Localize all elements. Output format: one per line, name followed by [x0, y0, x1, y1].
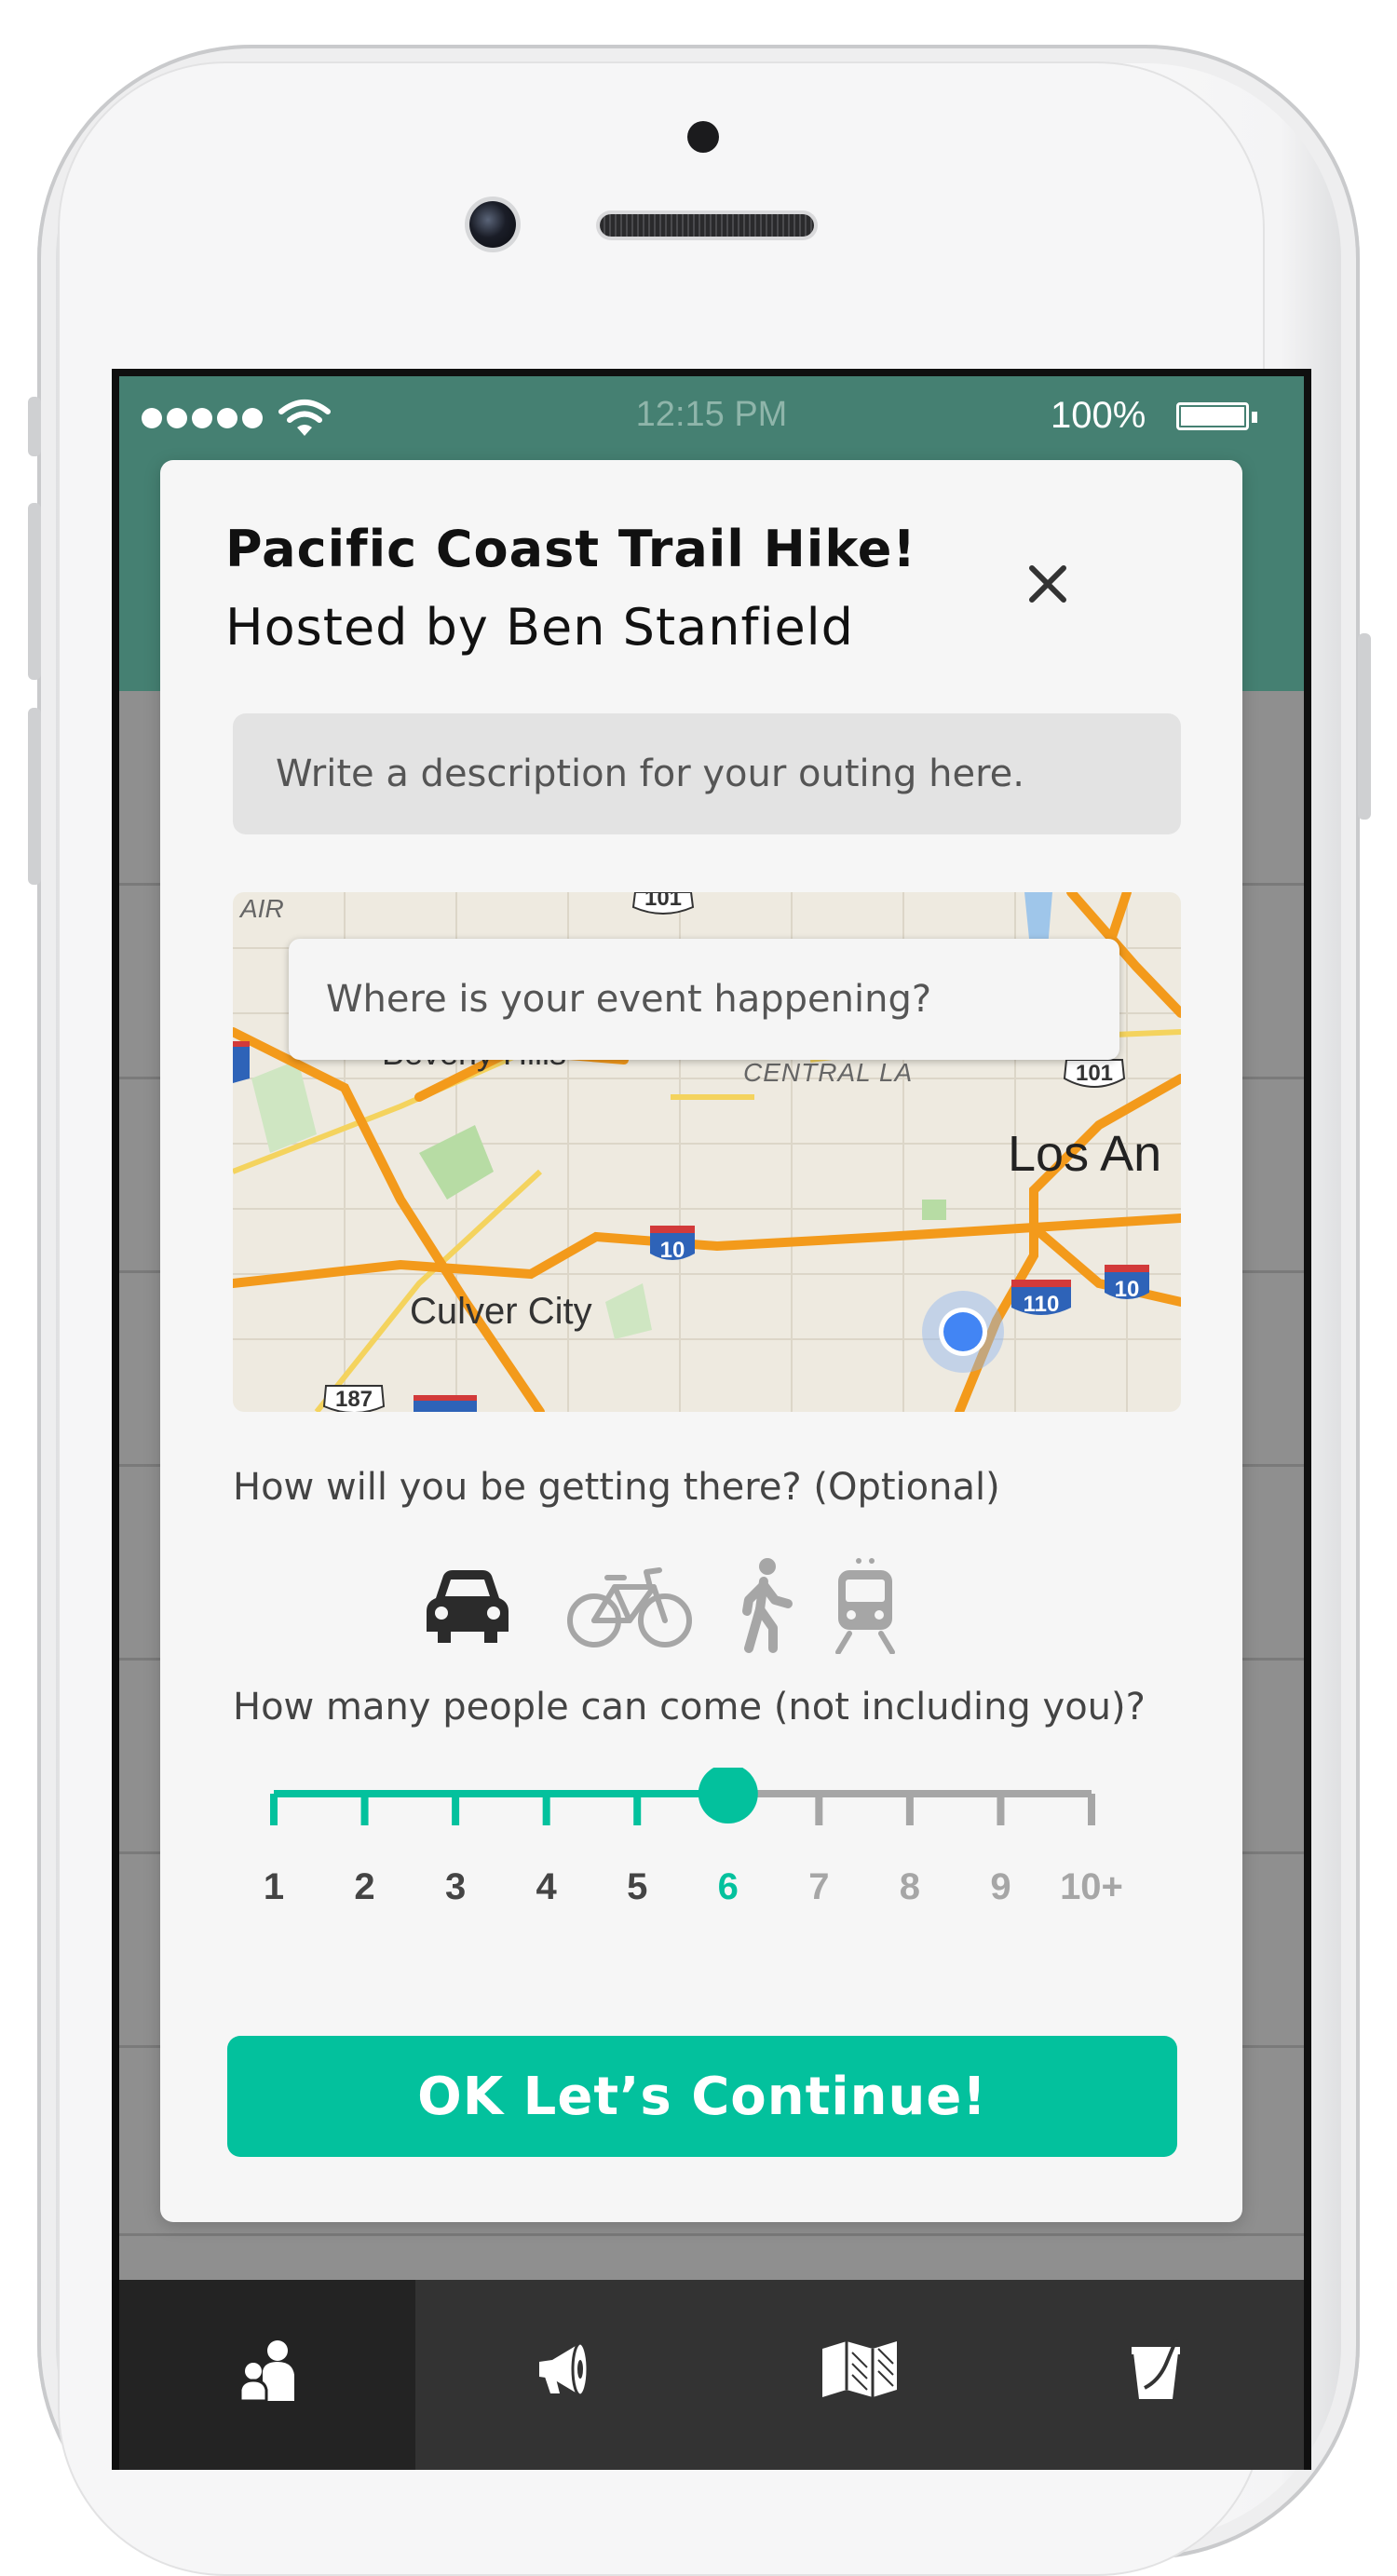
mute-switch — [28, 397, 41, 456]
people-slider[interactable] — [253, 1768, 1110, 1851]
bicycle-icon[interactable] — [566, 1563, 693, 1650]
front-camera — [469, 201, 516, 248]
volume-down-button — [28, 708, 41, 885]
modal-subtitle: Hosted by Ben Stanfield — [225, 598, 854, 657]
battery-icon — [1176, 402, 1257, 430]
location-search-input[interactable] — [289, 939, 1119, 1060]
map-label-los-angeles: Los An — [1008, 1126, 1162, 1182]
power-button — [1358, 633, 1371, 820]
continue-button[interactable]: OK Let’s Continue! — [227, 2036, 1177, 2157]
slider-tick-label: 10+ — [1060, 1866, 1123, 1907]
create-event-modal: Pacific Coast Trail Hike! Hosted by Ben … — [160, 460, 1242, 2222]
tab-bar — [119, 2280, 1304, 2470]
background-row-divider — [119, 2233, 1304, 2236]
tab-map[interactable] — [712, 2280, 1008, 2470]
svg-text:10: 10 — [1115, 1277, 1140, 1302]
slider-tick-label: 9 — [990, 1866, 1011, 1907]
description-input[interactable] — [233, 713, 1181, 834]
status-bar: 12:15 PM 100% — [119, 376, 1304, 436]
people-icon — [238, 2340, 294, 2403]
svg-text:187: 187 — [335, 1387, 373, 1412]
slider-thumb — [698, 1768, 758, 1824]
svg-text:101: 101 — [644, 892, 682, 911]
svg-text:10: 10 — [660, 1238, 685, 1263]
screen: 12:15 PM 100% Pacific Coast Trail Hike! … — [112, 369, 1311, 2470]
volume-up-button — [28, 503, 41, 680]
megaphone-icon — [539, 2341, 590, 2397]
tab-announcements[interactable] — [415, 2280, 712, 2470]
slider-labels: 1 2 3 4 5 6 7 8 9 10+ — [253, 1866, 1123, 1922]
map-label-air: AIR — [240, 894, 284, 923]
svg-text:101: 101 — [1076, 1061, 1113, 1086]
slider-tick-label: 1 — [263, 1866, 285, 1907]
slider-tick-label: 3 — [444, 1866, 467, 1907]
proximity-sensor — [687, 121, 719, 153]
svg-text:110: 110 — [1024, 1292, 1060, 1317]
tab-people[interactable] — [119, 2280, 415, 2470]
map-label-central-la: CENTRAL LA — [743, 1058, 914, 1087]
slider-tick-label: 2 — [354, 1866, 375, 1907]
walking-icon[interactable] — [736, 1557, 795, 1654]
location-map[interactable]: 101 101 10 10 110 187 AIR CENTRAL LA Los… — [233, 892, 1181, 1412]
cup-icon — [1132, 2339, 1180, 2399]
transport-question: How will you be getting there? (Optional… — [233, 1466, 1000, 1509]
slider-tick-label: 8 — [899, 1866, 920, 1907]
car-icon[interactable] — [423, 1566, 512, 1647]
slider-tick-label: 5 — [627, 1866, 648, 1907]
earpiece-speaker — [600, 214, 814, 237]
close-icon[interactable] — [1023, 559, 1073, 609]
current-location-dot — [943, 1312, 983, 1351]
train-icon[interactable] — [833, 1555, 898, 1654]
modal-title: Pacific Coast Trail Hike! — [225, 520, 917, 578]
battery-percentage: 100% — [1051, 395, 1146, 436]
tab-drinks[interactable] — [1008, 2280, 1304, 2470]
slider-tick-label: 7 — [808, 1866, 830, 1907]
map-label-culver-city: Culver City — [410, 1291, 592, 1332]
slider-tick-label: 6 — [717, 1866, 739, 1907]
people-question: How many people can come (not including … — [233, 1686, 1146, 1729]
slider-tick-label: 4 — [536, 1866, 557, 1907]
map-icon — [822, 2341, 897, 2397]
